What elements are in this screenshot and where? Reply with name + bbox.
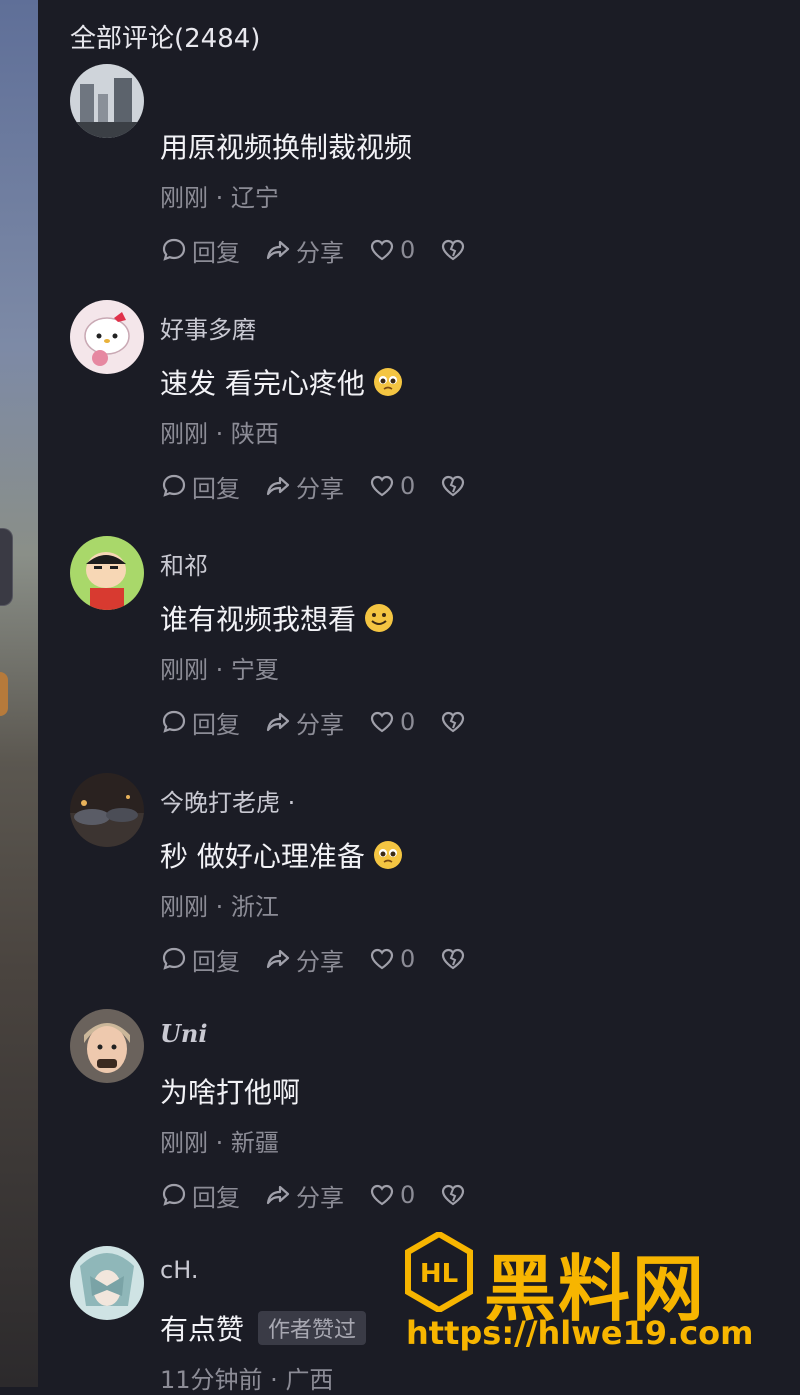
- comment-text: 速发 看完心疼他: [160, 362, 403, 402]
- comment-actions: 回复 分享 0: [160, 941, 495, 977]
- pleading-emoji-icon: [373, 368, 402, 396]
- smile-emoji-icon: [365, 604, 394, 632]
- comment-item: 和祁 谁有视频我想看 刚刚 · 宁夏 回复 分享 0: [38, 536, 800, 772]
- share-icon: [266, 240, 290, 260]
- dislike-button[interactable]: [439, 945, 471, 973]
- comment-icon: [162, 710, 186, 733]
- logo-text: HL: [420, 1259, 458, 1289]
- reply-button[interactable]: 回复: [160, 469, 240, 504]
- heart-icon: [370, 239, 394, 261]
- dislike-heart-icon: [442, 948, 465, 970]
- avatar[interactable]: [70, 536, 144, 610]
- dislike-button[interactable]: [439, 1181, 471, 1209]
- share-button[interactable]: 分享: [264, 705, 344, 740]
- comment-actions: 回复 分享 0: [160, 704, 495, 740]
- share-button[interactable]: 分享: [264, 233, 344, 268]
- avatar[interactable]: [70, 64, 144, 138]
- like-button[interactable]: 0: [368, 708, 415, 736]
- comment-meta: 刚刚 · 宁夏: [160, 656, 279, 684]
- avatar[interactable]: [70, 1246, 144, 1320]
- share-button[interactable]: 分享: [264, 942, 344, 977]
- dislike-heart-icon: [442, 1184, 465, 1206]
- heart-icon: [370, 475, 394, 497]
- avatar[interactable]: [70, 300, 144, 374]
- comment-icon: [162, 947, 186, 970]
- side-decoration: [0, 672, 8, 716]
- avatar[interactable]: [70, 1009, 144, 1083]
- share-icon: [266, 949, 290, 969]
- pleading-emoji-icon: [373, 841, 402, 869]
- side-handle[interactable]: [0, 528, 13, 606]
- username[interactable]: 好事多磨: [160, 310, 256, 345]
- comment-item: Uni 为啥打他啊 刚刚 · 新疆 回复 分享 0: [38, 1009, 800, 1245]
- username[interactable]: cH.: [160, 1256, 198, 1284]
- comment-item: 好事多磨 速发 看完心疼他 刚刚 · 陕西 回复 分享 0: [38, 300, 800, 536]
- comment-actions: 回复 分享 0: [160, 1177, 495, 1213]
- comment-icon: [162, 474, 186, 497]
- hl-logo-icon: HL: [405, 1232, 473, 1312]
- comment-text: 有点赞 作者赞过: [160, 1308, 367, 1348]
- author-liked-badge: 作者赞过: [258, 1311, 367, 1345]
- avatar[interactable]: [70, 773, 144, 847]
- comment-text: 用原视频换制裁视频: [160, 131, 413, 164]
- watermark: HL 黑料网 https://hlwe19.com: [404, 1232, 784, 1352]
- background-video-edge: [0, 0, 38, 1387]
- share-icon: [266, 476, 290, 496]
- reply-button[interactable]: 回复: [160, 1178, 240, 1213]
- comment-text: 秒 做好心理准备: [160, 835, 403, 875]
- dislike-heart-icon: [442, 239, 465, 261]
- reply-button[interactable]: 回复: [160, 942, 240, 977]
- share-button[interactable]: 分享: [264, 1178, 344, 1213]
- share-icon: [266, 712, 290, 732]
- comment-meta: 11分钟前 · 广西: [160, 1366, 334, 1394]
- comment-panel: 全部评论(2484) 用原视频换制裁视频 刚刚 · 辽宁 回复 分享 0 好事多…: [38, 0, 800, 1394]
- username[interactable]: Uni: [160, 1019, 208, 1048]
- heart-icon: [370, 1184, 394, 1206]
- comment-item: 用原视频换制裁视频 刚刚 · 辽宁 回复 分享 0: [38, 64, 800, 300]
- dislike-button[interactable]: [439, 472, 471, 500]
- dislike-heart-icon: [442, 711, 465, 733]
- comment-icon: [162, 238, 186, 261]
- comment-item: 今晚打老虎 · 秒 做好心理准备 刚刚 · 浙江 回复 分享 0: [38, 773, 800, 1009]
- username[interactable]: 和祁: [160, 546, 208, 581]
- comment-text: 谁有视频我想看: [160, 598, 394, 638]
- reply-button[interactable]: 回复: [160, 705, 240, 740]
- comment-meta: 刚刚 · 浙江: [160, 893, 279, 921]
- comment-meta: 刚刚 · 新疆: [160, 1129, 279, 1157]
- like-button[interactable]: 0: [368, 945, 415, 973]
- dislike-heart-icon: [442, 475, 465, 497]
- watermark-url: https://hlwe19.com: [406, 1314, 754, 1352]
- comment-actions: 回复 分享 0: [160, 468, 495, 504]
- comments-header: 全部评论(2484): [70, 24, 261, 54]
- like-button[interactable]: 0: [368, 1181, 415, 1209]
- comment-text: 为啥打他啊: [160, 1076, 301, 1109]
- reply-button[interactable]: 回复: [160, 233, 240, 268]
- comment-actions: 回复 分享 0: [160, 232, 495, 268]
- heart-icon: [370, 948, 394, 970]
- like-button[interactable]: 0: [368, 472, 415, 500]
- username[interactable]: 今晚打老虎 ·: [160, 783, 295, 818]
- share-button[interactable]: 分享: [264, 469, 344, 504]
- dislike-button[interactable]: [439, 236, 471, 264]
- comment-meta: 刚刚 · 辽宁: [160, 184, 279, 212]
- share-icon: [266, 1185, 290, 1205]
- comment-icon: [162, 1183, 186, 1206]
- heart-icon: [370, 711, 394, 733]
- like-button[interactable]: 0: [368, 236, 415, 264]
- comment-meta: 刚刚 · 陕西: [160, 420, 279, 448]
- dislike-button[interactable]: [439, 708, 471, 736]
